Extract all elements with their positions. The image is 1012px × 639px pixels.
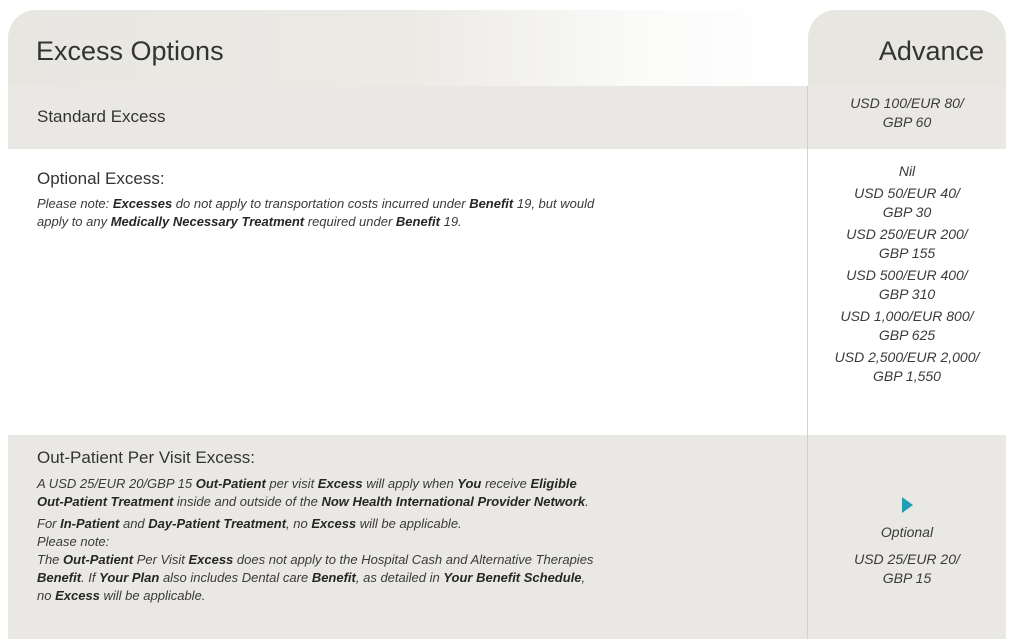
option-item: USD 2,500/EUR 2,000/GBP 1,550: [834, 349, 980, 384]
note-line: A USD 25/EUR 20/GBP 15 Out-Patient per v…: [37, 476, 577, 491]
note-line: Out-Patient Treatment inside and outside…: [37, 494, 589, 509]
plan-column-title: Advance: [878, 36, 984, 66]
outpatient-excess-value: Optional USD 25/EUR 20/ GBP 15: [808, 497, 1006, 588]
standard-excess-label: Standard Excess: [37, 107, 166, 126]
optional-excess-row: Optional Excess: Please note: Excesses d…: [8, 149, 1006, 435]
option-item: USD 1,000/EUR 800/GBP 625: [840, 308, 974, 343]
note-line: Benefit. If Your Plan also includes Dent…: [37, 570, 586, 585]
outpatient-excess-row: Out-Patient Per Visit Excess: A USD 25/E…: [8, 435, 1006, 639]
standard-excess-value-line2: GBP 60: [882, 114, 932, 130]
option-item: USD 500/EUR 400/GBP 310: [846, 267, 968, 302]
table-title: Excess Options: [36, 36, 224, 66]
option-item: Nil: [898, 163, 916, 179]
outpatient-excess-label: Out-Patient Per Visit Excess:: [37, 448, 255, 467]
table-header-left: Excess Options: [8, 10, 808, 86]
note-line: Please note: Excesses do not apply to tr…: [37, 196, 595, 211]
note-line: apply to any Medically Necessary Treatme…: [37, 214, 462, 229]
standard-excess-row: Standard Excess USD 100/EUR 80/ GBP 60: [8, 86, 1006, 149]
play-triangle-icon: [901, 497, 913, 513]
outpatient-value-line1: USD 25/EUR 20/: [854, 551, 960, 567]
excess-options-table: Excess Options Advance Standard Excess U…: [0, 0, 1012, 639]
note-line: no Excess will be applicable.: [37, 588, 206, 603]
option-item: USD 250/EUR 200/GBP 155: [846, 226, 968, 261]
note-line: For In-Patient and Day-Patient Treatment…: [37, 516, 462, 531]
note-line: The Out-Patient Per Visit Excess does no…: [37, 552, 594, 567]
table-header-right: Advance: [808, 10, 1006, 86]
optional-excess-label: Optional Excess:: [37, 169, 165, 188]
optional-label: Optional: [880, 524, 934, 540]
standard-excess-value-line1: USD 100/EUR 80/: [850, 95, 964, 111]
option-item: USD 50/EUR 40/GBP 30: [854, 185, 960, 220]
optional-excess-options: Nil USD 50/EUR 40/GBP 30 USD 250/EUR 200…: [808, 162, 1006, 389]
outpatient-excess-note: A USD 25/EUR 20/GBP 15 Out-Patient per v…: [37, 475, 593, 605]
standard-excess-value: USD 100/EUR 80/ GBP 60: [808, 94, 1006, 132]
optional-excess-note: Please note: Excesses do not apply to tr…: [37, 195, 594, 231]
outpatient-value-line2: GBP 15: [882, 570, 932, 586]
note-line: Please note:: [37, 534, 110, 549]
